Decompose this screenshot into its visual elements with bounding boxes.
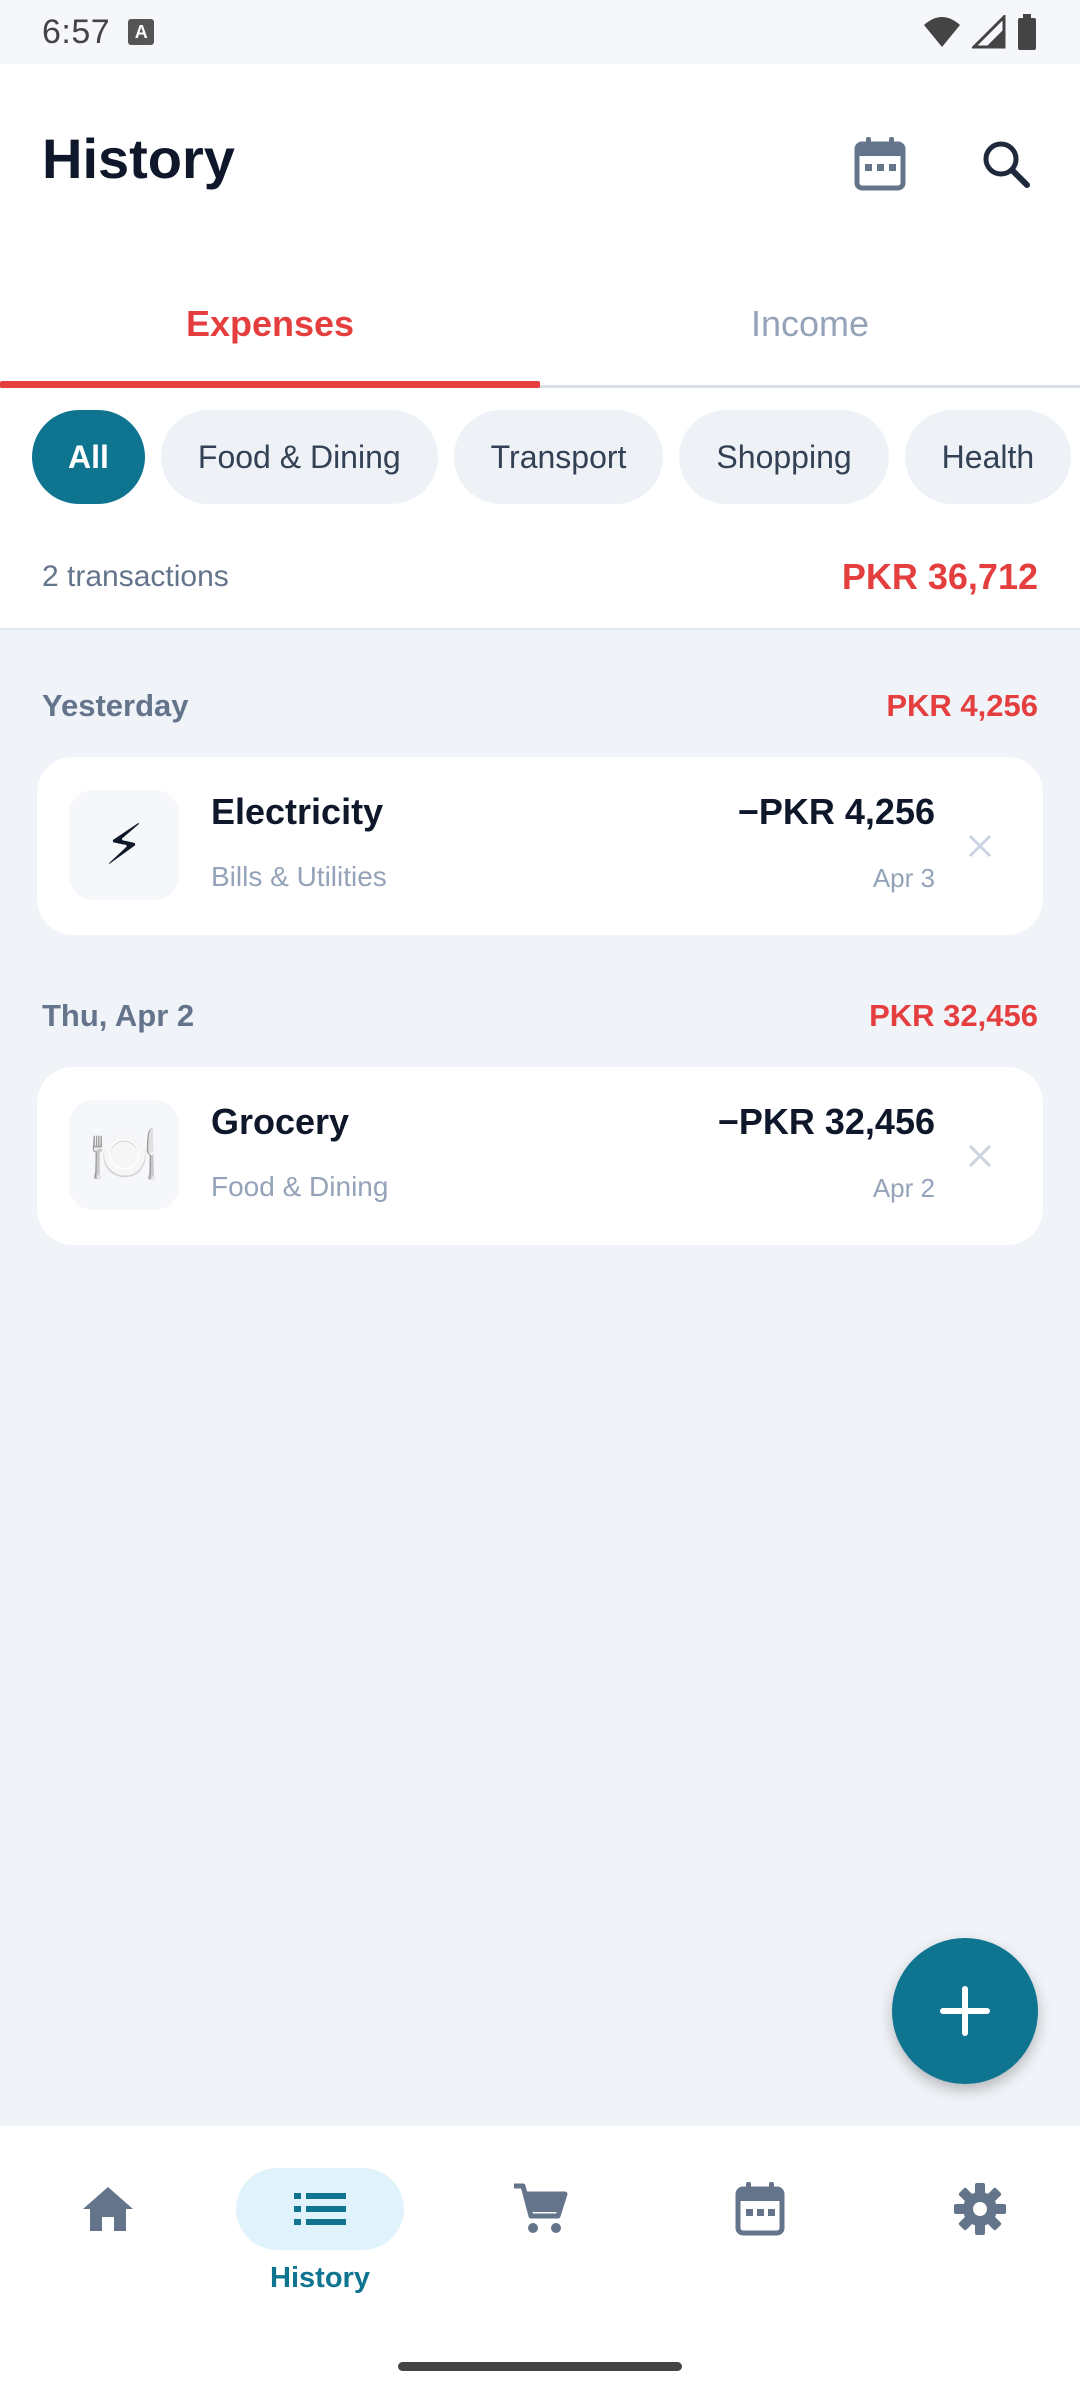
plus-icon xyxy=(940,1986,990,2036)
transaction-amount: −PKR 32,456 xyxy=(717,1101,935,1142)
gear-icon xyxy=(954,2183,1006,2235)
group-header: Yesterday PKR 4,256 xyxy=(42,678,1038,734)
add-transaction-button[interactable] xyxy=(892,1938,1038,2084)
nav-home[interactable] xyxy=(0,2156,216,2316)
nav-history[interactable]: History xyxy=(212,2156,428,2316)
transaction-category: Food & Dining xyxy=(211,1171,389,1202)
status-bar: 6:57 A xyxy=(0,0,1080,64)
status-icons xyxy=(922,14,1038,50)
group-total: PKR 4,256 xyxy=(886,688,1038,723)
nav-pill xyxy=(236,2168,404,2250)
transaction-date: Apr 2 xyxy=(872,1173,935,1203)
transaction-date: Apr 3 xyxy=(872,863,935,893)
delete-transaction-button[interactable] xyxy=(953,819,1007,873)
transaction-amount: −PKR 4,256 xyxy=(737,791,935,832)
search-button[interactable] xyxy=(972,130,1040,198)
nav-settings[interactable] xyxy=(872,2156,1080,2316)
cart-icon xyxy=(514,2183,568,2233)
transaction-card[interactable]: 🍽️ Grocery Food & Dining −PKR 32,456 Apr… xyxy=(37,1067,1043,1245)
transactions-summary: 2 transactions PKR 36,712 xyxy=(42,540,1038,614)
nav-calendar[interactable] xyxy=(652,2156,868,2316)
wifi-icon xyxy=(924,17,960,47)
tab-income[interactable]: Income xyxy=(540,260,1080,388)
transaction-title: Grocery xyxy=(211,1101,350,1142)
filter-chip-all[interactable]: All xyxy=(32,410,145,504)
notification-icon: A xyxy=(128,19,155,45)
nav-pill xyxy=(456,2168,624,2250)
signal-icon xyxy=(972,15,1006,49)
plate-icon: 🍽️ xyxy=(69,1100,179,1210)
nav-shopping[interactable] xyxy=(432,2156,648,2316)
lightning-icon: ⚡ xyxy=(69,790,179,900)
tab-expenses[interactable]: Expenses xyxy=(0,260,540,388)
status-time: 6:57 xyxy=(42,12,111,51)
category-filters: All Food & Dining Transport Shopping Hea… xyxy=(32,410,1080,504)
close-icon xyxy=(968,1144,992,1168)
filter-chip-transport[interactable]: Transport xyxy=(453,410,664,504)
delete-transaction-button[interactable] xyxy=(953,1129,1007,1183)
group-header: Thu, Apr 2 PKR 32,456 xyxy=(42,988,1038,1044)
calendar-button[interactable] xyxy=(846,130,914,198)
transaction-total: PKR 36,712 xyxy=(841,556,1038,597)
transaction-card[interactable]: ⚡ Electricity Bills & Utilities −PKR 4,2… xyxy=(37,757,1043,935)
nav-pill xyxy=(896,2168,1064,2250)
nav-pill xyxy=(676,2168,844,2250)
nav-pill xyxy=(24,2168,192,2250)
app-bar: History xyxy=(0,64,1080,260)
search-icon xyxy=(983,141,1030,188)
filter-chip-health[interactable]: Health xyxy=(904,410,1072,504)
group-label: Thu, Apr 2 xyxy=(42,998,195,1033)
bottom-navigation: History xyxy=(0,2126,1080,2400)
filter-chip-food-dining[interactable]: Food & Dining xyxy=(160,410,438,504)
calendar-icon xyxy=(735,2182,785,2236)
battery-icon xyxy=(1018,14,1036,50)
tab-indicator xyxy=(0,381,540,388)
gesture-bar xyxy=(398,2362,682,2371)
filter-chip-shopping[interactable]: Shopping xyxy=(679,410,889,504)
home-icon xyxy=(83,2187,133,2231)
tab-bar: Expenses Income xyxy=(0,260,1080,388)
nav-label: History xyxy=(270,2262,370,2294)
calendar-icon xyxy=(854,137,906,191)
close-icon xyxy=(968,834,992,858)
transaction-title: Electricity xyxy=(211,791,384,832)
page-title: History xyxy=(42,127,235,190)
list-icon xyxy=(294,2193,346,2225)
group-label: Yesterday xyxy=(42,688,189,723)
divider xyxy=(0,628,1080,630)
transaction-category: Bills & Utilities xyxy=(211,861,387,892)
transaction-count: 2 transactions xyxy=(42,560,229,593)
group-total: PKR 32,456 xyxy=(869,998,1038,1033)
